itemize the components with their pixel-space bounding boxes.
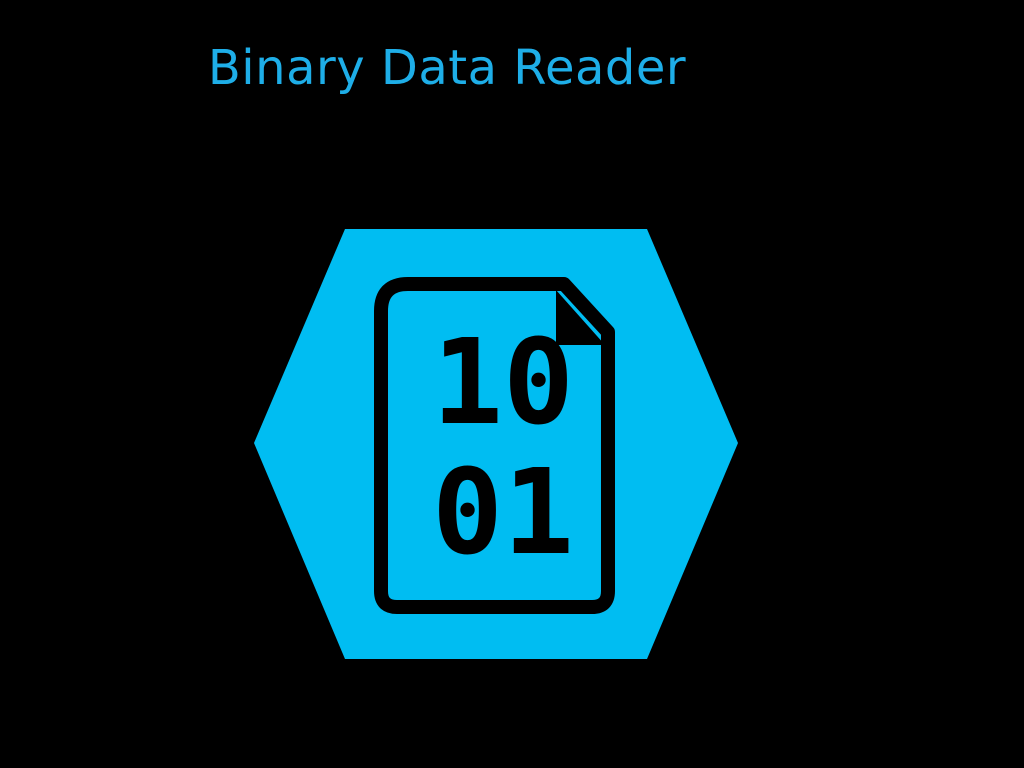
binary-digits-line-1: 10: [432, 313, 574, 451]
binary-file-icon: 10 01: [254, 229, 738, 659]
splash-screen: Binary Data Reader 10 01: [0, 0, 1024, 768]
binary-digits-line-2: 01: [432, 443, 574, 581]
